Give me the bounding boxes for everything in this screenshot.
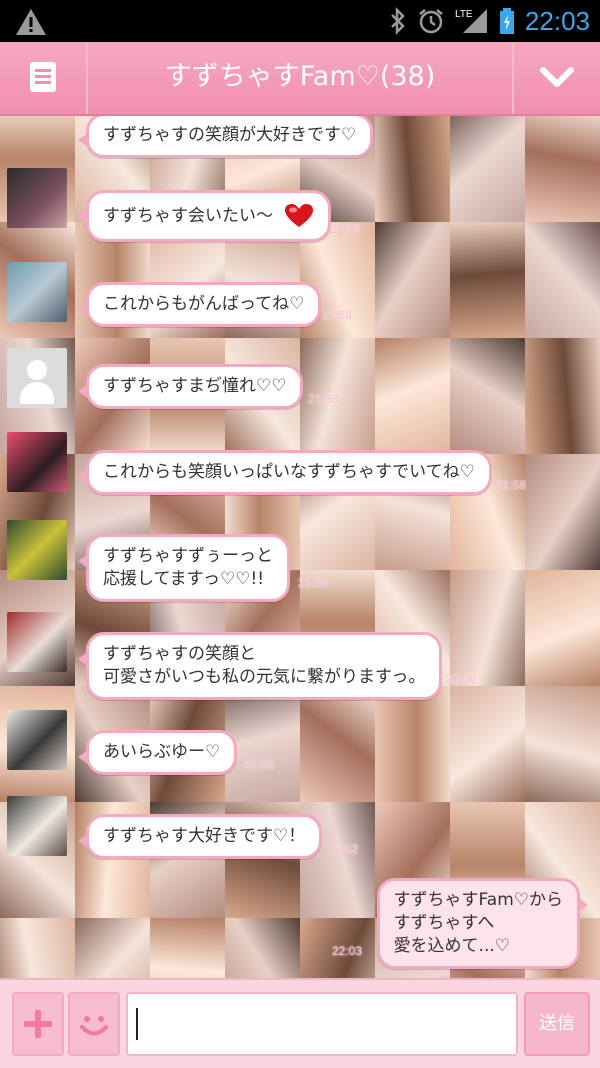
avatar[interactable] — [7, 710, 67, 770]
avatar[interactable] — [7, 796, 67, 856]
background-photo — [225, 918, 301, 978]
status-bar: LTE 22:03 — [0, 0, 600, 42]
message-text: すずちゃす会いたい～ — [103, 206, 273, 226]
network-type: LTE — [455, 9, 473, 20]
message-bubble: すずちゃすの笑顔が大好きです♡ — [77, 116, 374, 158]
message-text: すずちゃすの笑顔が大好きです♡ — [103, 125, 357, 145]
background-photo — [75, 918, 151, 978]
background-photo — [0, 918, 76, 978]
background-photo — [525, 686, 600, 802]
message-time: 22:00 — [244, 758, 275, 772]
message-text: すずちゃすまぢ憧れ♡♡ — [103, 376, 287, 396]
chat-title: すずちゃすFam♡(38) — [164, 61, 436, 92]
background-photo — [450, 222, 526, 338]
message-text-line: すずちゃすFam♡から — [393, 890, 563, 910]
message-bubble: すずちゃす大好きです♡！ — [77, 814, 323, 859]
background-photo — [375, 116, 451, 222]
clock: 22:03 — [524, 5, 590, 36]
background-photo — [525, 222, 600, 338]
message-text-line: すずちゃすの笑顔と — [103, 644, 256, 664]
message-text-line: すずちゃすへ — [393, 913, 495, 933]
message-time: 22:00 — [446, 672, 477, 686]
background-photo — [450, 570, 526, 686]
message-bubble: これからもがんばってね♡ — [77, 282, 322, 327]
menu-button[interactable] — [0, 42, 88, 114]
background-photo — [375, 686, 451, 802]
background-photo — [300, 686, 376, 802]
background-photo — [525, 570, 600, 686]
background-photo — [375, 222, 451, 338]
background-photo — [150, 918, 226, 978]
chat-area[interactable]: すずちゃすの笑顔が大好きです♡ すずちゃす会いたい～ 21:58 これからもがん… — [0, 116, 600, 978]
warning-icon — [16, 9, 46, 35]
signal-icon: LTE — [455, 9, 487, 33]
message-text: これからも笑顔いっぱいなすずちゃすでいてね♡ — [103, 462, 475, 482]
chevron-down-icon — [540, 67, 574, 87]
message-time: 21:58 — [322, 308, 353, 322]
text-cursor — [136, 1008, 138, 1040]
message-bubble: これからも笑顔いっぱいなすずちゃすでいてね♡ — [78, 450, 492, 495]
message-bubble: あいらぶゆー♡ — [77, 730, 238, 775]
own-message-bubble: すずちゃすFam♡から すずちゃすへ 愛を込めて...♡ — [376, 878, 589, 969]
menu-icon — [30, 62, 56, 92]
message-time: 21:59 — [298, 576, 329, 590]
message-text: あいらぶゆー♡ — [103, 742, 221, 762]
message-text-line: 愛を込めて...♡ — [393, 936, 511, 956]
message-text: すずちゃす大好きです♡！ — [103, 826, 306, 846]
message-input-bar: 送信 — [0, 978, 600, 1068]
message-text-line: 可愛さがいつも私の元気に繋がりますっ。 — [103, 667, 426, 687]
smiley-icon — [80, 1016, 108, 1036]
heart-emoji-icon — [285, 204, 314, 227]
avatar[interactable] — [7, 612, 67, 672]
message-bubble: すずちゃす会いたい～ — [77, 190, 332, 242]
message-text-line: すずちゃすずぅーっと — [103, 546, 273, 566]
message-text: これからもがんばってね♡ — [103, 294, 305, 314]
alarm-icon — [419, 9, 443, 34]
add-button[interactable] — [12, 992, 64, 1056]
battery-icon — [499, 8, 514, 34]
avatar[interactable] — [7, 432, 67, 492]
message-time: 21:58 — [496, 478, 527, 492]
collapse-button[interactable] — [512, 42, 600, 114]
plus-icon — [24, 1010, 52, 1038]
avatar[interactable] — [7, 262, 67, 322]
emoji-button[interactable] — [68, 992, 120, 1056]
default-avatar-icon[interactable] — [7, 348, 67, 408]
message-time: 22:02 — [328, 842, 359, 856]
bluetooth-icon — [391, 7, 405, 35]
background-photo — [375, 338, 451, 454]
message-time: 21:58 — [308, 392, 339, 406]
background-photo — [450, 338, 526, 454]
message-time: 21:58 — [330, 222, 361, 236]
background-photo — [450, 686, 526, 802]
background-photo — [450, 116, 526, 222]
background-photo — [525, 116, 600, 222]
background-photo — [525, 338, 600, 454]
message-bubble: すずちゃすまぢ憧れ♡♡ — [77, 364, 304, 409]
message-bubble: すずちゃすの笑顔と 可愛さがいつも私の元気に繋がりますっ。 — [77, 632, 443, 700]
background-photo — [525, 454, 600, 570]
message-text-line: 応援してますっ♡♡!! — [103, 569, 265, 589]
send-button[interactable]: 送信 — [524, 992, 590, 1056]
message-input[interactable] — [126, 992, 518, 1056]
avatar[interactable] — [7, 520, 67, 580]
message-time: 22:03 — [332, 944, 363, 958]
avatar[interactable] — [7, 168, 67, 228]
chat-header: すずちゃすFam♡(38) — [0, 42, 600, 116]
message-bubble: すずちゃすずぅーっと 応援してますっ♡♡!! — [78, 534, 290, 602]
